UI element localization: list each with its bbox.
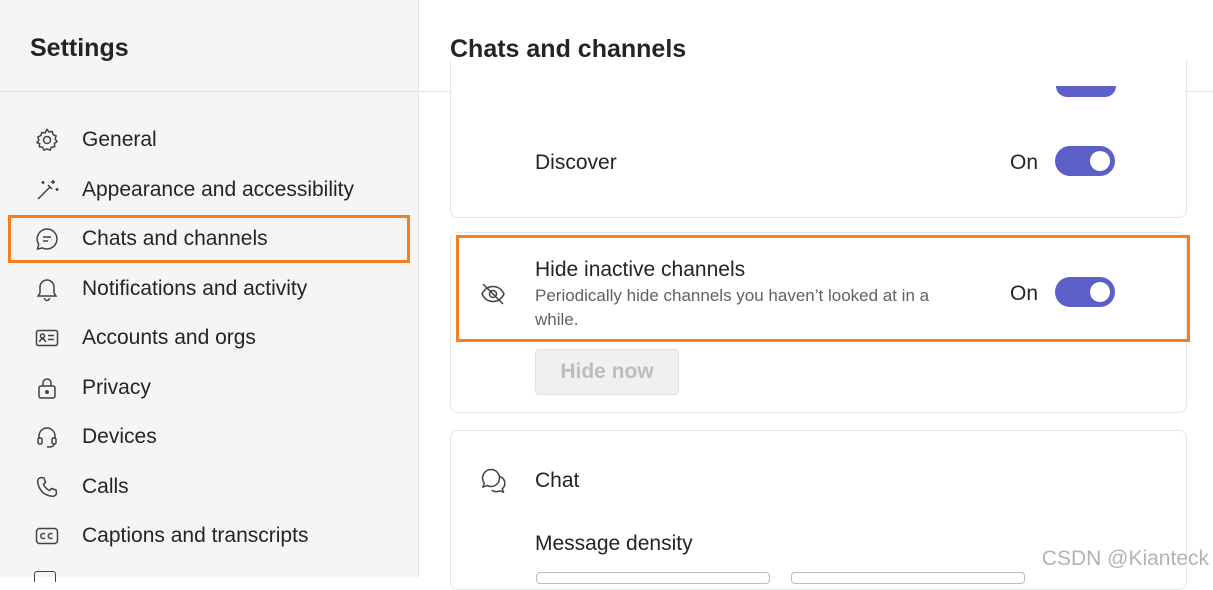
sidebar-item-label: Captions and transcripts [82,524,309,547]
sidebar-item-label: Calls [82,475,129,498]
sidebar-item-calls[interactable]: Calls [8,463,410,511]
chat-bubbles-icon [479,466,507,494]
contact-card-icon [34,325,60,351]
sidebar-item-label: General [82,128,157,151]
chat-section-label: Chat [535,469,580,492]
partial-toggle[interactable] [1056,86,1116,97]
sidebar-item-label: Privacy [82,376,151,399]
message-density-label: Message density [535,532,693,555]
sidebar-item-accounts[interactable]: Accounts and orgs [8,314,410,362]
sidebar-item-label: Appearance and accessibility [82,178,354,201]
sidebar-item-privacy[interactable]: Privacy [8,364,410,412]
toggle-knob [1090,282,1110,302]
discover-state: On [1010,151,1039,174]
sidebar-header: Settings [0,0,419,92]
settings-sidebar: Settings General Appearance and accessib… [0,0,419,582]
lock-icon [34,375,60,401]
eye-off-icon [479,280,507,308]
magic-wand-icon [34,177,60,203]
sidebar-item-label: Notifications and activity [82,277,308,300]
hide-inactive-description: Periodically hide channels you haven’t l… [535,286,930,329]
sidebar-item-label: Chats and channels [82,227,268,250]
discover-card [450,60,1187,218]
chat-bubble-icon [34,226,60,252]
bell-icon [34,276,60,302]
sidebar-item-devices[interactable]: Devices [8,413,410,461]
density-option-2[interactable] [791,572,1025,584]
phone-icon [34,474,60,500]
watermark: CSDN @Kianteck [1041,547,1209,570]
sidebar-item-captions[interactable]: Captions and transcripts [8,512,410,560]
settings-title: Settings [30,34,129,62]
closed-captions-icon [34,523,60,549]
hide-inactive-toggle[interactable] [1055,277,1115,307]
discover-label: Discover [535,151,617,174]
hide-inactive-label: Hide inactive channels [535,258,746,281]
sidebar-item-label: Accounts and orgs [82,326,256,349]
sidebar-item-label: Devices [82,425,157,448]
headset-icon [34,424,60,450]
sidebar-item-notifications[interactable]: Notifications and activity [8,265,410,313]
density-option-1[interactable] [536,572,770,584]
sidebar-item-appearance[interactable]: Appearance and accessibility [8,166,410,214]
hide-inactive-state: On [1010,282,1039,305]
toggle-knob [1090,151,1110,171]
gear-icon [34,127,60,153]
discover-toggle[interactable] [1055,146,1115,176]
hide-now-button[interactable]: Hide now [535,349,679,395]
sidebar-item-chats-and-channels[interactable]: Chats and channels [8,215,410,263]
sidebar-item-general[interactable]: General [8,116,410,164]
